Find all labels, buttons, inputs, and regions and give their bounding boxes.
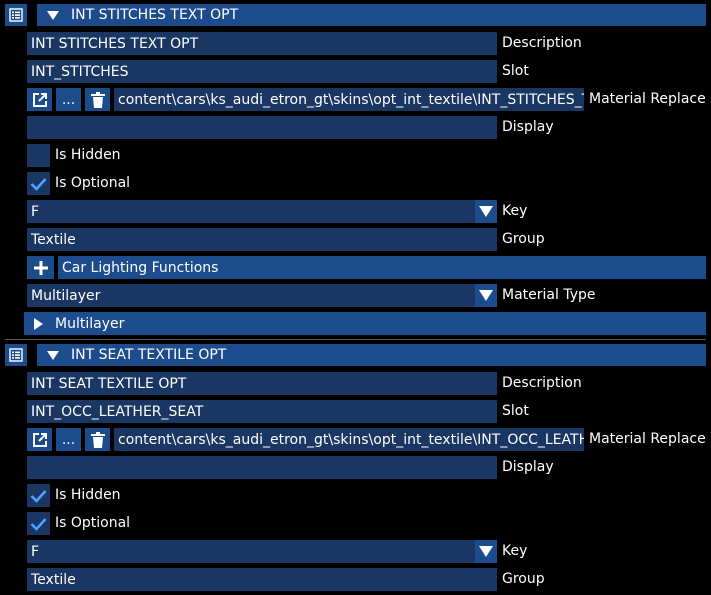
multilayer-label: Multilayer [55, 315, 125, 332]
is-optional-checkbox[interactable] [27, 172, 50, 195]
list-icon [9, 8, 23, 22]
browse-button[interactable]: ... [56, 428, 81, 451]
checkmark-icon [30, 177, 47, 191]
material-type-dropdown[interactable]: Multilayer [27, 284, 475, 307]
section-divider [5, 339, 706, 340]
delete-button[interactable] [85, 88, 110, 111]
chevron-down-icon [479, 206, 493, 217]
plus-icon [33, 260, 48, 275]
section-title: INT STITCHES TEXT OPT [71, 7, 239, 23]
key-label: Key [502, 543, 528, 559]
section-title: INT SEAT TEXTILE OPT [71, 347, 227, 363]
is-hidden-checkbox[interactable] [27, 484, 50, 507]
material-replace-field[interactable]: content\cars\ks_audi_etron_gt\skins\opt_… [114, 428, 584, 451]
key-dropdown[interactable]: F [27, 540, 475, 563]
slot-field[interactable]: INT_STITCHES [27, 60, 497, 83]
material-type-label: Material Type [502, 287, 596, 303]
trash-icon [90, 91, 105, 108]
chevron-down-icon [479, 290, 493, 301]
group-label: Group [502, 231, 545, 247]
open-external-button[interactable] [27, 88, 52, 111]
list-icon-button[interactable] [5, 4, 27, 26]
external-link-icon [32, 432, 47, 447]
key-dropdown[interactable]: F [27, 200, 475, 223]
display-label: Display [502, 459, 554, 475]
is-optional-label: Is Optional [55, 175, 131, 191]
is-hidden-label: Is Hidden [55, 487, 121, 503]
external-link-icon [32, 92, 47, 107]
collapse-icon [47, 10, 59, 20]
is-optional-checkbox[interactable] [27, 512, 50, 535]
car-lighting-functions-row[interactable]: Car Lighting Functions [58, 256, 706, 279]
section-header[interactable]: INT STITCHES TEXT OPT [37, 4, 706, 26]
description-label: Description [502, 35, 582, 51]
add-car-lighting-button[interactable] [27, 256, 54, 279]
checkmark-icon [30, 489, 47, 503]
display-field[interactable] [27, 116, 497, 139]
expand-icon [34, 317, 43, 330]
description-field[interactable]: INT STITCHES TEXT OPT [27, 32, 497, 55]
trash-icon [90, 431, 105, 448]
material-type-dropdown-button[interactable] [475, 284, 497, 307]
description-label: Description [502, 375, 582, 391]
is-optional-label: Is Optional [55, 515, 131, 531]
slot-label: Slot [502, 403, 529, 419]
is-hidden-label: Is Hidden [55, 147, 121, 163]
slot-field[interactable]: INT_OCC_LEATHER_SEAT [27, 400, 497, 423]
material-replace-field[interactable]: content\cars\ks_audi_etron_gt\skins\opt_… [114, 88, 584, 111]
section-header[interactable]: INT SEAT TEXTILE OPT [37, 344, 706, 366]
key-dropdown-button[interactable] [475, 540, 497, 563]
open-external-button[interactable] [27, 428, 52, 451]
key-dropdown-button[interactable] [475, 200, 497, 223]
display-label: Display [502, 119, 554, 135]
chevron-down-icon [479, 546, 493, 557]
list-icon [9, 348, 23, 362]
description-field[interactable]: INT SEAT TEXTILE OPT [27, 372, 497, 395]
group-field[interactable]: Textile [27, 568, 497, 591]
material-replace-label: Material Replace [589, 431, 706, 447]
car-lighting-functions-label: Car Lighting Functions [62, 259, 219, 276]
checkmark-icon [30, 517, 47, 531]
delete-button[interactable] [85, 428, 110, 451]
browse-button[interactable]: ... [56, 88, 81, 111]
is-hidden-checkbox[interactable] [27, 144, 50, 167]
display-field[interactable] [27, 456, 497, 479]
multilayer-header[interactable]: Multilayer [24, 312, 706, 335]
group-field[interactable]: Textile [27, 228, 497, 251]
collapse-icon [47, 350, 59, 360]
list-icon-button[interactable] [5, 344, 27, 366]
key-label: Key [502, 203, 528, 219]
slot-label: Slot [502, 63, 529, 79]
group-label: Group [502, 571, 545, 587]
material-replace-label: Material Replace [589, 91, 706, 107]
